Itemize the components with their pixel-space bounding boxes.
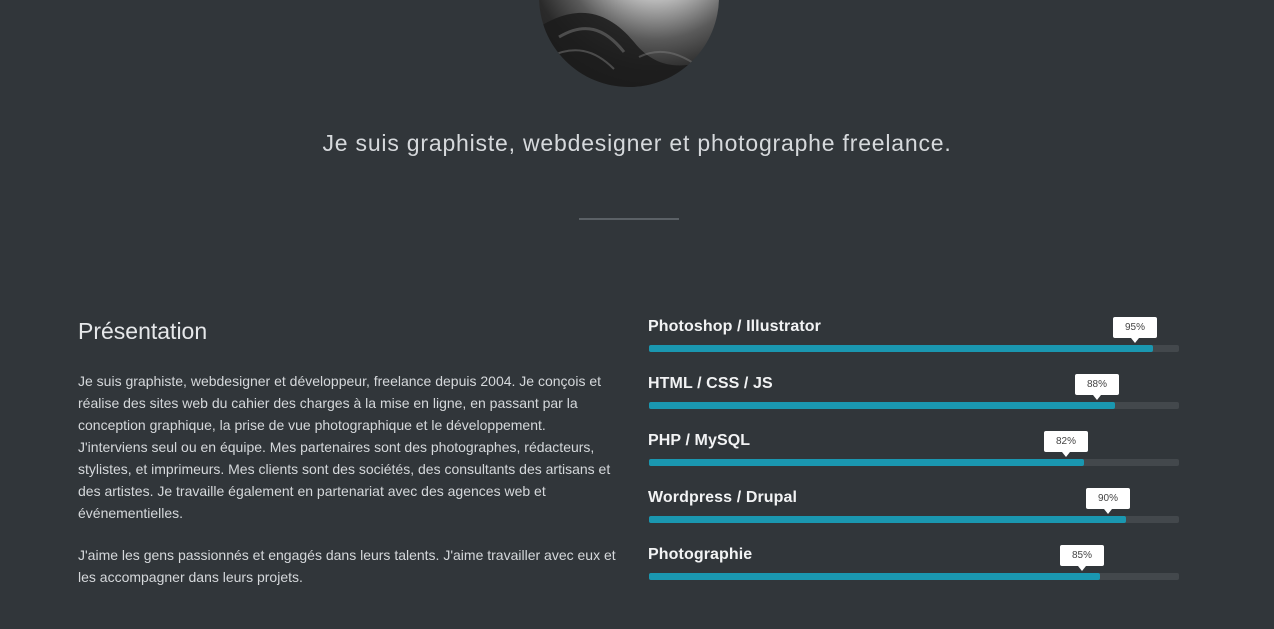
skill-progress-fill [649,402,1115,409]
skill-name: HTML / CSS / JS [648,375,773,392]
skill-progress-track [649,516,1179,523]
skill-progress-track [649,573,1179,580]
presentation-paragraph: Je suis graphiste, webdesigner et dévelo… [78,373,611,521]
tagline: Je suis graphiste, webdesigner et photog… [322,130,952,156]
skill-progress-track [649,345,1179,352]
skill-item: Wordpress / Drupal 90% [648,487,1179,544]
skill-progress-fill [649,573,1100,580]
skill-name: PHP / MySQL [648,432,751,449]
presentation-section: Présentation Je suis graphiste, webdesig… [78,318,618,608]
skill-progress-fill [649,459,1084,466]
skill-percent-tooltip: 95% [1113,317,1157,343]
skill-item: PHP / MySQL 82% [648,430,1179,487]
skill-progress-track [649,402,1179,409]
skill-percent-tooltip: 88% [1075,374,1119,400]
skill-progress-track [649,459,1179,466]
skill-percent-tooltip: 90% [1086,488,1130,514]
skill-name: Photoshop / Illustrator [648,318,821,335]
skill-progress-fill [649,345,1153,352]
skill-item: Photoshop / Illustrator 95% [648,316,1179,373]
skill-name: Photographie [648,546,753,563]
presentation-title: Présentation [78,318,208,344]
divider [579,218,679,220]
skill-percent-tooltip: 82% [1044,431,1088,457]
skill-percent-tooltip: 85% [1060,545,1104,571]
skill-name: Wordpress / Drupal [648,489,798,506]
skill-item: HTML / CSS / JS 88% [648,373,1179,430]
skill-item: Photographie 85% [648,544,1179,601]
profile-photo [539,0,719,87]
skills-section: Photoshop / Illustrator 95% HTML / CSS /… [648,316,1179,601]
skill-progress-fill [649,516,1126,523]
presentation-paragraph: J'aime les gens passionnés et engagés da… [78,547,616,585]
